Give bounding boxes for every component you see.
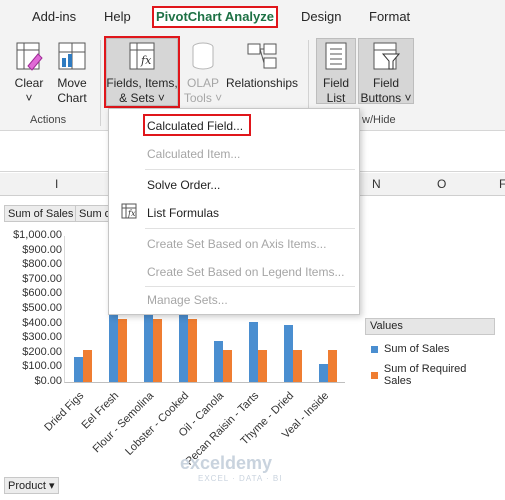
legend-swatch-sales (371, 345, 378, 353)
tab-design[interactable]: Design (301, 9, 341, 24)
bar-sum-of-required-sales[interactable] (327, 349, 337, 382)
menu-separator (145, 228, 355, 229)
bar-sum-of-sales[interactable] (213, 341, 223, 382)
olap-tools-button[interactable]: OLAP Tools ˅ (180, 40, 226, 106)
fields-items-sets-button[interactable]: fx Fields, Items, & Sets ˅ (106, 40, 178, 106)
legend-label-sales: Sum of Sales (384, 343, 450, 355)
tab-help[interactable]: Help (104, 9, 131, 24)
bar-sum-of-sales[interactable] (73, 357, 83, 382)
legend-item-sales: Sum of Sales (365, 343, 495, 355)
y-tick-label: $0.00 (34, 375, 62, 387)
move-chart-icon (58, 42, 86, 70)
y-tick-label: $400.00 (22, 316, 62, 329)
bar-sum-of-required-sales[interactable] (117, 319, 127, 382)
column-header-o[interactable]: O (437, 177, 446, 191)
tab-format[interactable]: Format (369, 9, 410, 24)
menu-manage-sets[interactable]: Manage Sets... (147, 293, 228, 307)
y-tick-label: $800.00 (22, 258, 62, 271)
column-header-p[interactable]: F (499, 177, 505, 191)
sum-of-sales-field-button[interactable]: Sum of Sales (4, 205, 78, 222)
field-list-label-1: Field (322, 76, 349, 90)
y-tick-label: $500.00 (22, 302, 62, 314)
legend-item-required-sales: Sum of Required Sales (365, 363, 495, 387)
y-tick-label: $1,000.00 (13, 229, 62, 241)
ribbon-separator (100, 40, 101, 126)
chart-legend: Values Sum of Sales Sum of Required Sale… (365, 318, 495, 387)
column-header-i[interactable]: I (55, 177, 58, 191)
clear-icon (16, 42, 43, 71)
column-header-n[interactable]: N (372, 177, 381, 191)
y-tick-label: $600.00 (22, 287, 62, 300)
menu-calculated-field[interactable]: Calculated Field... (147, 119, 243, 133)
olap-tools-label-1: OLAP (186, 76, 219, 90)
y-tick-label: $200.00 (22, 345, 62, 358)
watermark-logo: exceldemy (180, 453, 273, 473)
bar-sum-of-required-sales[interactable] (82, 349, 92, 382)
relationships-icon (247, 43, 277, 69)
field-list-icon (325, 42, 347, 70)
legend-title[interactable]: Values (365, 318, 495, 335)
bar-sum-of-sales[interactable] (248, 322, 258, 382)
clear-button[interactable]: Clear ˅ (8, 40, 50, 106)
y-tick-label: $700.00 (22, 272, 62, 285)
field-buttons-label-1: Field (372, 76, 399, 90)
field-buttons-button[interactable]: Field Buttons ˅ (358, 40, 414, 106)
clear-label: Clear (14, 76, 44, 90)
move-chart-label-1: Move (57, 76, 87, 90)
product-field-button[interactable]: Product ▾ (4, 477, 59, 494)
bar-sum-of-required-sales[interactable] (187, 319, 197, 382)
fields-items-sets-label-1: Fields, Items, (106, 76, 178, 90)
olap-cylinder-icon (192, 42, 214, 70)
tab-add-ins[interactable]: Add-ins (32, 9, 76, 24)
menu-create-set-axis[interactable]: Create Set Based on Axis Items... (147, 237, 326, 251)
legend-label-required-sales: Sum of Required Sales (383, 363, 467, 387)
relationships-label: Relationships (226, 76, 299, 90)
field-buttons-label-2: Buttons ˅ (360, 91, 412, 105)
move-chart-label-2: Chart (57, 91, 87, 105)
bar-sum-of-required-sales[interactable] (292, 349, 302, 382)
ribbon-tab-bar: Add-ins Help PivotChart Analyze Design F… (0, 0, 505, 34)
tab-pivotchart-analyze[interactable]: PivotChart Analyze (152, 6, 278, 28)
olap-tools-label-2: Tools ˅ (183, 91, 223, 105)
svg-text:fx: fx (140, 54, 152, 67)
group-label-actions: Actions (30, 114, 67, 126)
menu-list-formulas[interactable]: List Formulas (147, 206, 219, 220)
menu-solve-order[interactable]: Solve Order... (147, 178, 220, 192)
svg-text:fx: fx (127, 209, 136, 218)
clear-chevron: ˅ (25, 91, 33, 105)
fields-items-sets-menu: Calculated Field... Calculated Item... S… (108, 108, 360, 315)
menu-calculated-item[interactable]: Calculated Item... (147, 147, 240, 161)
y-tick-label: $900.00 (22, 243, 62, 256)
bar-sum-of-required-sales[interactable] (257, 349, 267, 382)
bar-sum-of-sales[interactable] (283, 325, 293, 382)
group-label-show-hide: w/Hide (362, 114, 396, 126)
fx-table-icon: fx (129, 42, 155, 70)
relationships-button[interactable]: Relationships (226, 40, 298, 91)
y-tick-label: $100.00 (22, 360, 62, 373)
fields-items-sets-label-2: & Sets ˅ (119, 91, 165, 105)
bar-sum-of-sales[interactable] (318, 364, 328, 382)
watermark-tagline: EXCEL · DATA · BI (198, 474, 283, 483)
field-list-button[interactable]: Field List (316, 40, 356, 106)
legend-swatch-required-sales (371, 371, 378, 379)
menu-create-set-legend[interactable]: Create Set Based on Legend Items... (147, 265, 344, 279)
bar-sum-of-required-sales[interactable] (152, 319, 162, 382)
list-formulas-icon: fx (121, 203, 137, 219)
y-tick-label: $300.00 (22, 331, 62, 344)
field-list-label-2: List (326, 91, 346, 105)
menu-separator (145, 286, 355, 287)
menu-separator (145, 169, 355, 170)
y-axis: $1,000.00 $900.00 $800.00 $700.00 $600.00 $50… (0, 229, 62, 390)
bar-sum-of-required-sales[interactable] (222, 349, 232, 382)
bar-sum-of-sales[interactable] (143, 311, 153, 382)
move-chart-button[interactable]: Move Chart (52, 40, 92, 106)
filter-table-icon (373, 42, 401, 70)
